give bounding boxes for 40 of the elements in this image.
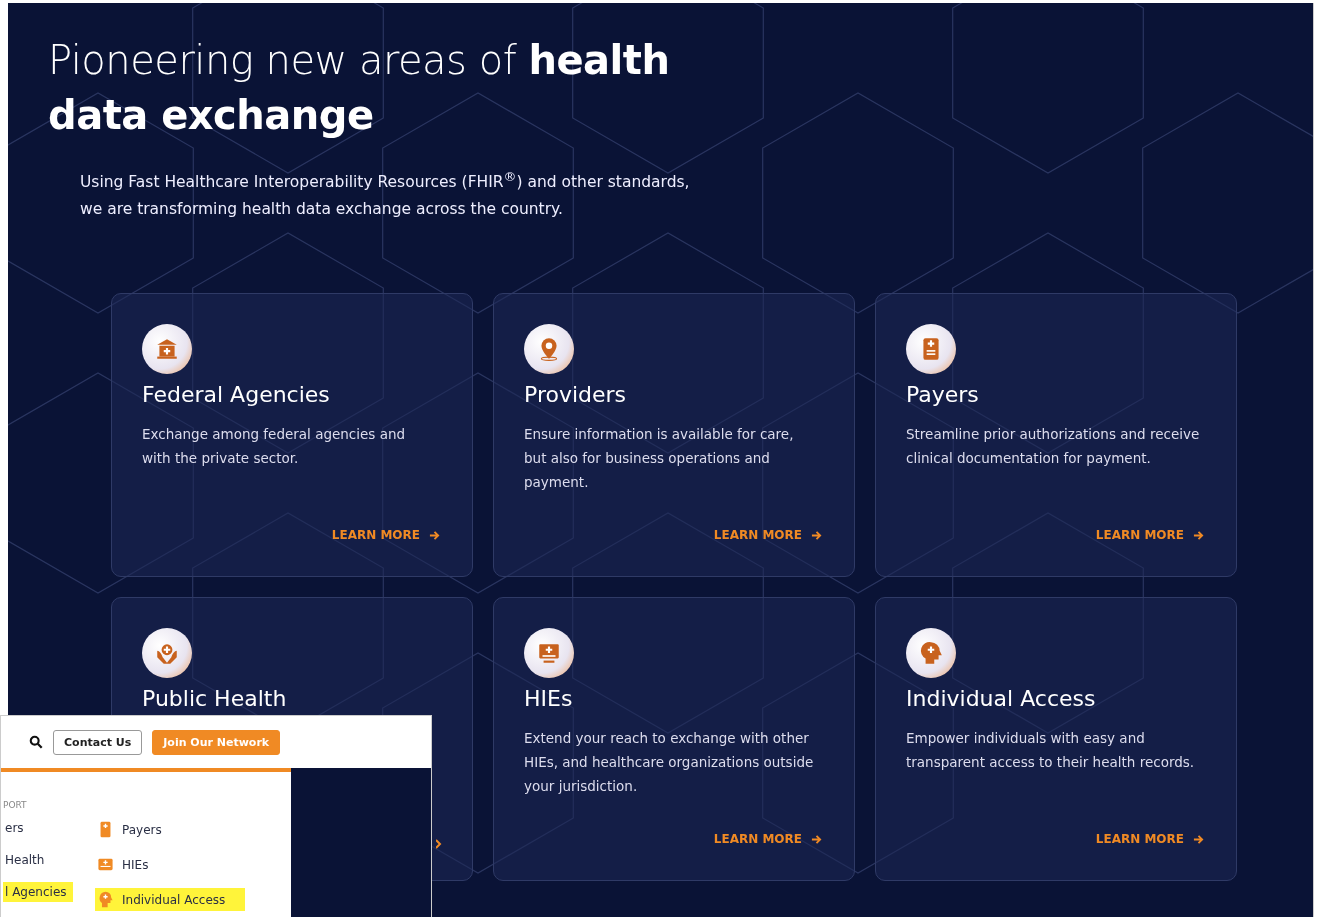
learn-more-link[interactable]: LEARN MORE bbox=[713, 528, 822, 543]
document-icon bbox=[906, 324, 956, 375]
menu-item[interactable]: Health bbox=[3, 850, 73, 870]
learn-more-link[interactable]: LEARN MORE bbox=[331, 528, 440, 543]
menu-item[interactable]: Individual Access bbox=[95, 888, 245, 911]
page-heading: Pioneering new areas of health data exchange bbox=[48, 36, 671, 140]
contact-us-button[interactable]: Contact Us bbox=[53, 729, 143, 755]
learn-more-link[interactable]: LEARN MORE bbox=[1095, 832, 1204, 847]
head-icon bbox=[906, 628, 956, 679]
screen-icon bbox=[524, 628, 574, 679]
menu-heading: PORT bbox=[3, 800, 28, 810]
card-title: Public Health bbox=[142, 685, 287, 714]
arrow-icon bbox=[811, 833, 822, 845]
card-title: Providers bbox=[524, 381, 627, 410]
card-description: Empower individuals with easy and transparent access to their health records. bbox=[906, 729, 1196, 773]
menu-item[interactable]: HIEs bbox=[95, 853, 245, 876]
card-description: Streamline prior authorizations and receive clinical documentation for payment. bbox=[906, 425, 1201, 469]
card-title: Payers bbox=[906, 381, 979, 410]
card-title: HIEs bbox=[524, 685, 573, 714]
card-description: Extend your reach to exchange with other HIEs, and healthcare organizations outside your jurisdiction. bbox=[524, 729, 815, 797]
intro-paragraph: Using Fast Healthcare Interoperability Resources (FHIR$^{®}$) and other standards, we are transforming health data exchange across the country. bbox=[80, 168, 690, 221]
arrow-icon bbox=[1193, 833, 1204, 845]
arrow-icon bbox=[811, 529, 822, 541]
learn-more-link[interactable]: LEARN MORE bbox=[1095, 528, 1204, 543]
pin-icon bbox=[524, 324, 574, 375]
menu-item[interactable]: Payers bbox=[95, 818, 245, 841]
arrow-icon bbox=[1193, 529, 1204, 541]
card-title: Individual Access bbox=[906, 685, 1096, 714]
card-title: Federal Agencies bbox=[142, 381, 330, 410]
card-description: Exchange among federal agencies and with the private sector. bbox=[142, 425, 407, 469]
arrow-icon bbox=[429, 529, 440, 541]
card-description: Ensure information is available for care, but also for business operations and payment. bbox=[524, 425, 795, 493]
menu-item[interactable]: l Agencies bbox=[3, 882, 73, 902]
screen-icon bbox=[97, 856, 114, 873]
search-icon[interactable] bbox=[29, 735, 43, 749]
head-icon bbox=[97, 891, 114, 908]
building-icon bbox=[142, 324, 192, 375]
learn-more-link[interactable]: LEARN MORE bbox=[713, 832, 822, 847]
hands-icon bbox=[142, 628, 192, 679]
menu-item[interactable]: ers bbox=[3, 818, 73, 838]
